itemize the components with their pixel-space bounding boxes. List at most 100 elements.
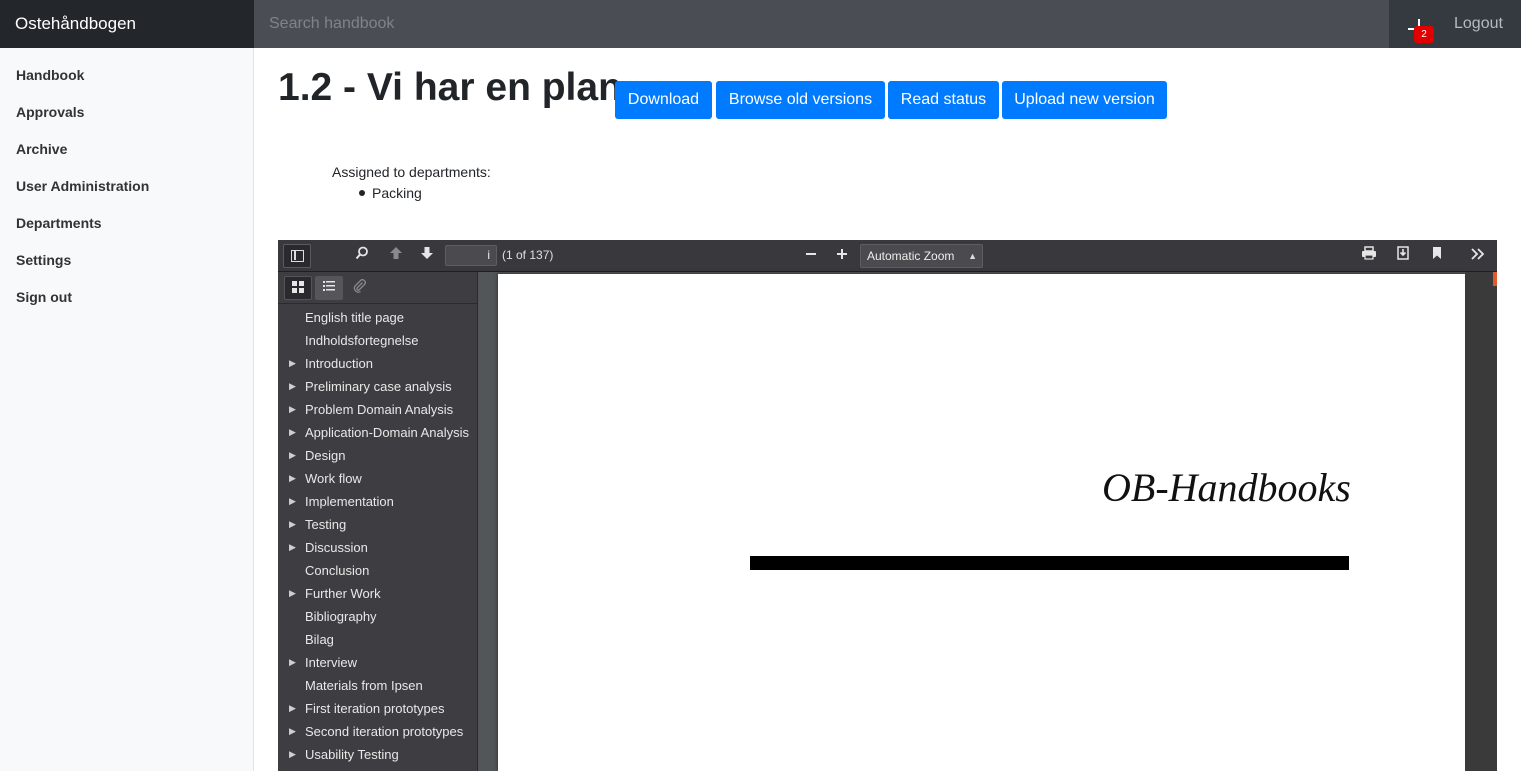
expand-triangle-icon[interactable]: ▶ [289,513,296,536]
print-button[interactable] [1355,244,1383,268]
arrow-down-icon [421,247,433,259]
expand-triangle-icon[interactable]: ▶ [289,490,296,513]
outline-item[interactable]: ▶ Introduction [278,352,478,375]
page-number-input[interactable]: i [445,245,497,266]
browse-old-versions-button[interactable]: Browse old versions [716,81,885,119]
outline-item[interactable]: ▶ Discussion [278,536,478,559]
brand-logo[interactable]: Ostehåndbogen [0,0,254,48]
pdf-viewer: i (1 of 137) Automatic Zoom ▲ English ti… [278,240,1497,771]
outline-item-label: Application-Domain Analysis [305,425,470,440]
logout-link[interactable]: Logout [1454,0,1503,48]
expand-triangle-icon[interactable]: ▶ [289,743,296,766]
attachments-view-button[interactable] [346,276,374,300]
page-title: 1.2 - Vi har en plan [278,66,622,109]
next-page-button[interactable] [413,244,441,268]
expand-triangle-icon[interactable]: ▶ [289,398,296,421]
top-navbar: Ostehåndbogen 2 Logout [0,0,1521,48]
notification-badge: 2 [1414,26,1434,43]
outline-item[interactable]: Bilag [278,628,478,651]
page-count: (1 of 137) [502,248,554,262]
upload-new-version-button[interactable]: Upload new version [1002,81,1167,119]
outline-item-label: Discussion [305,540,368,555]
outline-item-label: Preliminary case analysis [305,379,452,394]
pdf-scrollbar-thumb[interactable] [1493,272,1497,286]
arrow-up-icon [390,247,402,259]
outline-item-label: Second iteration prototypes [305,724,464,739]
search-input[interactable] [254,0,1389,48]
outline-item[interactable]: ▶ Preliminary case analysis [278,375,478,398]
outline-item[interactable]: ▶ Interview [278,651,478,674]
find-button[interactable] [348,244,376,268]
outline-item-label: Interview [305,655,358,670]
outline-item[interactable]: Conclusion [278,559,478,582]
sidebar-item-archive[interactable]: Archive [16,141,67,157]
read-status-button[interactable]: Read status [888,81,999,119]
assigned-departments-label: Assigned to departments: [332,164,491,180]
expand-triangle-icon[interactable]: ▶ [289,536,296,559]
expand-triangle-icon[interactable]: ▶ [289,467,296,490]
plus-icon [837,249,847,259]
outline-item-label: First iteration prototypes [305,701,445,716]
outline-item-label: Indholdsfortegnelse [305,333,419,348]
outline-item-label: Introduction [305,356,373,371]
pdf-toolbar: i (1 of 137) Automatic Zoom ▲ [278,240,1497,272]
sidebar-item-approvals[interactable]: Approvals [16,104,84,120]
outline-item-label: Conclusion [305,563,370,578]
outline-item[interactable]: Materials from Ipsen [278,674,478,697]
outline-item[interactable]: ▶ Implementation [278,490,478,513]
pdf-page-area[interactable]: OB-Handbooks [478,272,1497,771]
minus-icon [806,253,816,255]
sidebar-view-buttons [278,272,478,304]
download-pdf-button[interactable] [1389,244,1417,268]
grid-icon [292,281,304,293]
outline-item[interactable]: ▶ Usability Testing [278,743,478,766]
outline-item[interactable]: ▶ Application-Domain Analysis [278,421,478,444]
double-chevron-right-icon [1471,248,1485,260]
zoom-in-button[interactable] [828,244,856,268]
expand-triangle-icon[interactable]: ▶ [289,444,296,467]
outline-item-label: Usability Testing [305,747,399,762]
expand-triangle-icon[interactable]: ▶ [289,582,296,605]
department-item: Packing [372,185,422,201]
outline-item[interactable]: English title page [278,306,478,329]
sidebar-item-user-administration[interactable]: User Administration [16,178,149,194]
download-button[interactable]: Download [615,81,712,119]
outline-item[interactable]: ▶ Second iteration prototypes [278,720,478,743]
pdf-scrollbar[interactable] [1465,272,1497,771]
expand-triangle-icon[interactable]: ▶ [289,720,296,743]
expand-triangle-icon[interactable]: ▶ [289,651,296,674]
outline-item[interactable]: ▶ First iteration prototypes [278,697,478,720]
outline-item-label: English title page [305,310,405,325]
outline-item[interactable]: ▶ Design [278,444,478,467]
expand-triangle-icon[interactable]: ▶ [289,421,296,444]
outline-view-button[interactable] [315,276,343,300]
outline-item-label: Materials from Ipsen [305,678,423,693]
outline-item[interactable]: Bibliography [278,605,478,628]
zoom-select[interactable]: Automatic Zoom ▲ [860,244,983,268]
sidebar-item-handbook[interactable]: Handbook [16,67,84,83]
outline-item[interactable]: Indholdsfortegnelse [278,329,478,352]
list-icon [323,281,335,291]
download-icon [1397,246,1409,260]
zoom-out-button[interactable] [797,244,825,268]
sidebar-toggle-button[interactable] [283,244,311,268]
tools-button[interactable] [1464,244,1492,268]
outline-item[interactable]: ▶ Problem Domain Analysis [278,398,478,421]
sidebar-item-settings[interactable]: Settings [16,252,71,268]
outline-item[interactable]: ▶ Testing [278,513,478,536]
zoom-select-value: Automatic Zoom [867,249,955,263]
expand-triangle-icon[interactable]: ▶ [289,375,296,398]
bookmark-button[interactable] [1423,244,1451,268]
sidebar-item-departments[interactable]: Departments [16,215,102,231]
outline-item-label: Work flow [305,471,362,486]
expand-triangle-icon[interactable]: ▶ [289,697,296,720]
notification-button[interactable]: 2 [1402,14,1434,44]
previous-page-button[interactable] [382,244,410,268]
paperclip-icon [353,279,366,293]
outline-item[interactable]: ▶ Work flow [278,467,478,490]
outline-item-label: Bilag [305,632,334,647]
outline-item[interactable]: ▶ Further Work [278,582,478,605]
thumbnail-view-button[interactable] [284,276,312,300]
expand-triangle-icon[interactable]: ▶ [289,352,296,375]
sidebar-item-sign-out[interactable]: Sign out [16,289,72,305]
